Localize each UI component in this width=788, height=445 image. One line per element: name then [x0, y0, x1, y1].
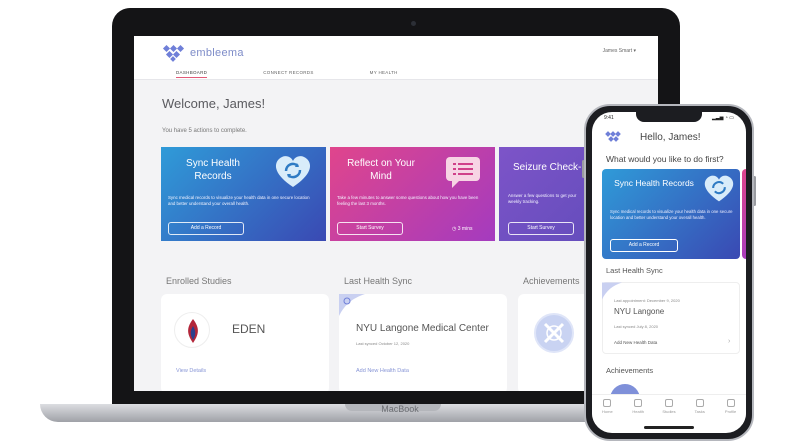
welcome-heading: Welcome, James! [162, 96, 266, 111]
card-title: Sync Health Records [186, 158, 240, 182]
next-card-peek[interactable] [742, 169, 746, 259]
last-appointment-text: Last appointment: December 9, 2020 [614, 298, 680, 303]
card-description: Sync medical records to visualize your h… [168, 195, 310, 206]
laptop-screen: embleema James Smart ▾ DASHBOARD CONNECT… [134, 36, 658, 391]
add-health-data-link[interactable]: Add New Health Data [356, 368, 409, 374]
flame-icon [188, 319, 198, 343]
last-synced-text: Last synced October 12, 2020 [356, 341, 410, 346]
home-indicator[interactable] [644, 426, 694, 429]
tab-profile[interactable]: Profile [718, 399, 744, 424]
embleema-logo-icon [162, 44, 185, 62]
add-record-button[interactable]: Add a Record [610, 239, 678, 252]
health-icon [634, 399, 643, 407]
phone-notch [636, 112, 702, 122]
survey-duration: ◷ 3 mins [452, 226, 473, 232]
clinic-name: NYU Langone Medical Center [356, 323, 489, 334]
card-title: Reflect on Your Mind [347, 158, 415, 182]
last-health-sync-label: Last Health Sync [344, 276, 413, 286]
card-description: Take a few minutes to answer some questi… [337, 195, 479, 206]
greeting: Hello, James! [640, 132, 701, 143]
chat-bubble-icon [446, 157, 480, 188]
status-indicators: ▂▃▅ ◔ ▭ [711, 115, 734, 121]
card-title: Sync Health Records [614, 178, 694, 188]
clock-icon: ◷ [452, 226, 457, 232]
tasks-icon [695, 399, 704, 407]
chevron-right-icon[interactable]: › [728, 338, 730, 345]
tab-health[interactable]: Health [625, 399, 651, 424]
phone-screen: 9:41 ▂▃▅ ◔ ▭ Hello, James! What would yo… [592, 112, 746, 433]
start-survey-button[interactable]: Start Survey [337, 222, 403, 235]
sync-health-records-card[interactable]: Sync Health Records Sync medical records… [161, 147, 326, 241]
last-synced-text: Last synced July 8, 2020 [614, 324, 659, 329]
home-icon [603, 399, 612, 407]
embleema-logo[interactable]: embleema [162, 44, 244, 62]
heart-sync-icon [704, 175, 734, 202]
heart-sync-icon [275, 156, 311, 187]
embleema-logo-icon[interactable] [605, 131, 621, 142]
studies-icon [664, 399, 673, 407]
start-survey-button[interactable]: Start Survey [508, 222, 574, 235]
nav-connect-records[interactable]: CONNECT RECORDS [263, 70, 313, 78]
app-header: embleema James Smart ▾ DASHBOARD CONNECT… [134, 36, 658, 80]
tab-home[interactable]: Home [594, 399, 620, 424]
laptop-brand-label: MacBook [381, 404, 419, 414]
clinic-name: NYU Langone [614, 307, 665, 316]
reflect-on-mind-card[interactable]: Reflect on Your Mind Take a few minutes … [330, 147, 495, 241]
nav-dashboard[interactable]: DASHBOARD [176, 70, 208, 78]
bottom-tab-bar: Home Health Studies Tasks Profile [592, 394, 746, 424]
sync-health-records-card[interactable]: Sync Health Records Sync medical records… [602, 169, 740, 259]
device-mockup-scene: MacBook embleema James Smart ▾ DASHBOARD… [0, 0, 788, 445]
actions-count-text: You have 5 actions to complete. [162, 128, 247, 134]
achievements-label: Achievements [606, 366, 654, 375]
card-description: Sync medical records to visualize your h… [610, 209, 733, 220]
main-nav: DASHBOARD CONNECT RECORDS MY HEALTH [176, 70, 398, 78]
achievements-label: Achievements [523, 276, 580, 286]
tab-tasks[interactable]: Tasks [687, 399, 713, 424]
laptop-camera [411, 21, 416, 26]
logo-text: embleema [190, 47, 244, 59]
sync-corner-icon [339, 294, 365, 316]
status-time: 9:41 [604, 115, 614, 121]
study-name: EDEN [232, 322, 266, 336]
last-health-sync-label: Last Health Sync [606, 266, 663, 275]
view-details-link[interactable]: View Details [176, 368, 206, 374]
enrolled-studies-label: Enrolled Studies [166, 276, 232, 286]
achievement-badge-icon[interactable] [534, 313, 574, 353]
card-description: Answer a few questions to get your weekl… [508, 193, 577, 204]
user-menu[interactable]: James Smart ▾ [603, 48, 636, 54]
prompt-question: What would you like to do first? [606, 154, 724, 164]
tab-studies[interactable]: Studies [656, 399, 682, 424]
nav-my-health[interactable]: MY HEALTH [370, 70, 398, 78]
profile-icon [726, 399, 735, 407]
eden-study-logo [174, 312, 210, 348]
add-health-data-link[interactable]: Add New Health Data [614, 340, 657, 345]
add-record-button[interactable]: Add a Record [168, 222, 244, 235]
